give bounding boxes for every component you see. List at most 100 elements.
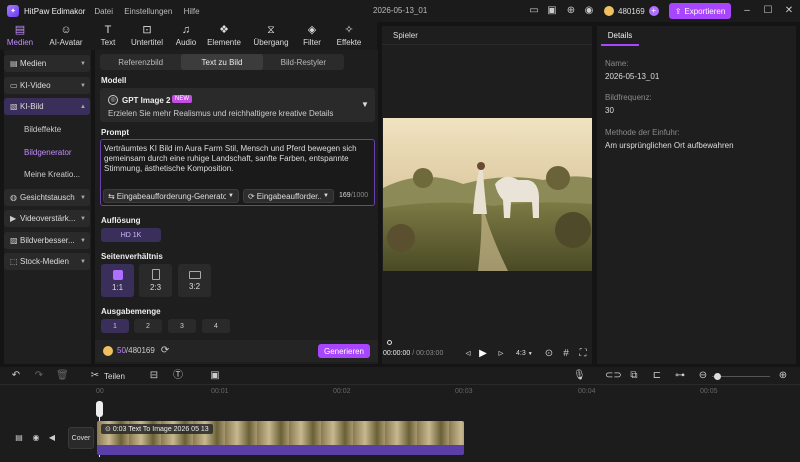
user-icon[interactable]: ◉ [583,5,595,17]
app-name: HitPaw Edimakor [24,6,86,16]
zoom-slider-handle[interactable] [714,373,721,380]
refresh-icon[interactable]: ⟳ [161,345,169,356]
image-add-icon[interactable]: ▣ [209,370,221,382]
nav-gesichtstausch[interactable]: ◍ Gesichtstausch ▼ [4,189,90,206]
fit-icon[interactable]: ⊶ [674,370,686,382]
cover-button[interactable]: Cover [68,427,94,449]
camera-icon[interactable]: ⊙ [543,348,555,360]
player-title: Spieler [393,31,418,40]
nav-bildgenerator[interactable]: Bildgenerator [24,148,72,157]
next-frame-icon[interactable]: ▹ [495,348,507,360]
timeline-clip[interactable]: ⊙ 0:03 Text To Image 2026 05 13 [97,421,464,455]
model-select[interactable]: ◎ GPT Image 2 NEW Erzielen Sie mehr Real… [100,88,375,122]
split-button[interactable]: Teilen [104,372,125,381]
tab-bild-restyler[interactable]: Bild-Restyler [263,54,344,70]
credits-display[interactable]: 480169 + [604,6,659,16]
image-icon: ▧ [10,102,18,111]
model-name: GPT Image 2 [122,96,171,105]
tool-text[interactable]: T Text [92,22,124,50]
prompt-generator-dropdown[interactable]: ⇆ Eingabeaufforderung-Generator ▼ [103,189,239,203]
link-icon[interactable]: ⊂⊃ [605,370,622,382]
nav-meine-kreationen[interactable]: Meine Kreatio... [24,170,80,179]
menu-datei[interactable]: Datei [94,7,113,16]
aspect-dropdown[interactable]: 4:3 ▼ [516,350,533,357]
qty-option-1[interactable]: 1 [101,319,129,333]
monitor-icon[interactable]: ▭ [528,5,540,17]
split-view-icon[interactable]: ⊏ [651,370,663,382]
minimize-icon[interactable]: – [741,5,753,17]
redo-icon[interactable]: ↷ [33,370,45,382]
tool-ai-avatar[interactable]: ☺ AI-Avatar [40,22,92,50]
align-icon[interactable]: ⧉ [628,370,640,382]
enhance-icon: ▨ [10,236,18,245]
tab-text-zu-bild[interactable]: Text zu Bild [181,54,263,70]
text-tool-icon[interactable]: Ⓣ [172,370,184,382]
media-icon: ▤ [14,24,26,36]
ratio-1-1[interactable]: 1:1 [101,264,134,297]
nav-ki-video[interactable]: ▭ KI-Video ▼ [4,77,90,94]
ratio-3-2[interactable]: 3:2 [178,264,211,297]
tool-elemente[interactable]: ❖ Elemente [202,22,246,50]
nav-ki-bild[interactable]: ▧ KI-Bild ▲ [4,98,90,115]
fps-value: 30 [605,106,614,115]
menu-einstellungen[interactable]: Einstellungen [124,7,172,16]
export-button[interactable]: ⇪ Exportieren [669,3,731,19]
stock-icon: ⬚ [10,257,18,266]
download-icon[interactable]: ⊕ [565,5,577,17]
coin-icon [103,345,113,356]
volume-icon[interactable]: ◀ [46,432,58,444]
ratio-2-3[interactable]: 2:3 [139,264,172,297]
eye-icon[interactable]: ◉ [30,432,42,444]
nav-bildverbesserer[interactable]: ▨ Bildverbesser... ▼ [4,232,90,249]
tool-effekte[interactable]: ✧ Effekte [328,22,370,50]
menu-hilfe[interactable]: Hilfe [184,7,200,16]
fullscreen-icon[interactable]: ⛶ [577,348,589,360]
message-icon[interactable]: ▣ [546,5,558,17]
qty-option-2[interactable]: 2 [134,319,162,333]
elements-icon: ❖ [219,24,229,36]
export-icon: ⇪ [674,6,682,16]
playhead-handle[interactable] [387,340,392,345]
openai-icon: ◎ [108,95,118,105]
model-heading: Modell [101,76,127,85]
nav-medien[interactable]: ▤ Medien ▼ [4,55,90,72]
scissors-icon[interactable]: ✂ [89,370,101,382]
close-icon[interactable]: ✕ [783,5,795,17]
track-lock-icon[interactable]: ▤ [13,432,25,444]
app-logo: ✦ [7,5,19,17]
tab-details[interactable]: Details [601,26,639,46]
tool-audio[interactable]: ♫ Audio [170,22,202,50]
nav-stock-medien[interactable]: ⬚ Stock-Medien ▼ [4,253,90,270]
tool-uebergang[interactable]: ⧖ Übergang [246,22,296,50]
tool-untertitel[interactable]: ⊡ Untertitel [124,22,170,50]
aspect-ratio-heading: Seitenverhältnis [101,252,163,261]
portrait-icon [151,269,160,280]
tool-medien[interactable]: ▤ Medien [0,22,40,50]
add-credits-icon[interactable]: + [648,6,659,16]
grid-icon[interactable]: # [560,348,572,360]
qty-option-4[interactable]: 4 [202,319,230,333]
zoom-in-icon[interactable]: ⊕ [777,370,789,382]
tab-referenzbild[interactable]: Referenzbild [100,54,181,70]
zoom-out-icon[interactable]: ⊖ [697,370,709,382]
prompt-enhance-dropdown[interactable]: ⟳ Eingabeaufforder... ▼ [243,189,334,203]
undo-icon[interactable]: ↶ [10,370,22,382]
chevron-down-icon: ▼ [323,193,329,199]
generate-credits: 50/480169 ⟳ [103,345,169,356]
nav-bildeffekte[interactable]: Bildeffekte [24,125,61,134]
preview-image [383,118,592,271]
caption-icon[interactable]: ⊟ [148,370,160,382]
qty-option-3[interactable]: 3 [168,319,196,333]
generate-button[interactable]: Generieren [318,344,370,358]
nav-videoverstaerker[interactable]: ▶ Videoverstärk... ▼ [4,210,90,227]
delete-icon[interactable]: 🗑 [56,370,69,382]
play-icon[interactable]: ▶ [477,348,489,360]
landscape-icon [188,270,201,279]
maximize-icon[interactable]: ☐ [762,5,774,17]
avatar-icon: ☺ [60,24,72,36]
resolution-option-hd1k[interactable]: HD 1K [101,228,161,242]
clip-icon: ⊙ [105,426,111,433]
tool-filter[interactable]: ◈ Filter [296,22,328,50]
microphone-icon[interactable]: 🎙 [573,370,586,382]
prev-frame-icon[interactable]: ◃ [462,348,474,360]
